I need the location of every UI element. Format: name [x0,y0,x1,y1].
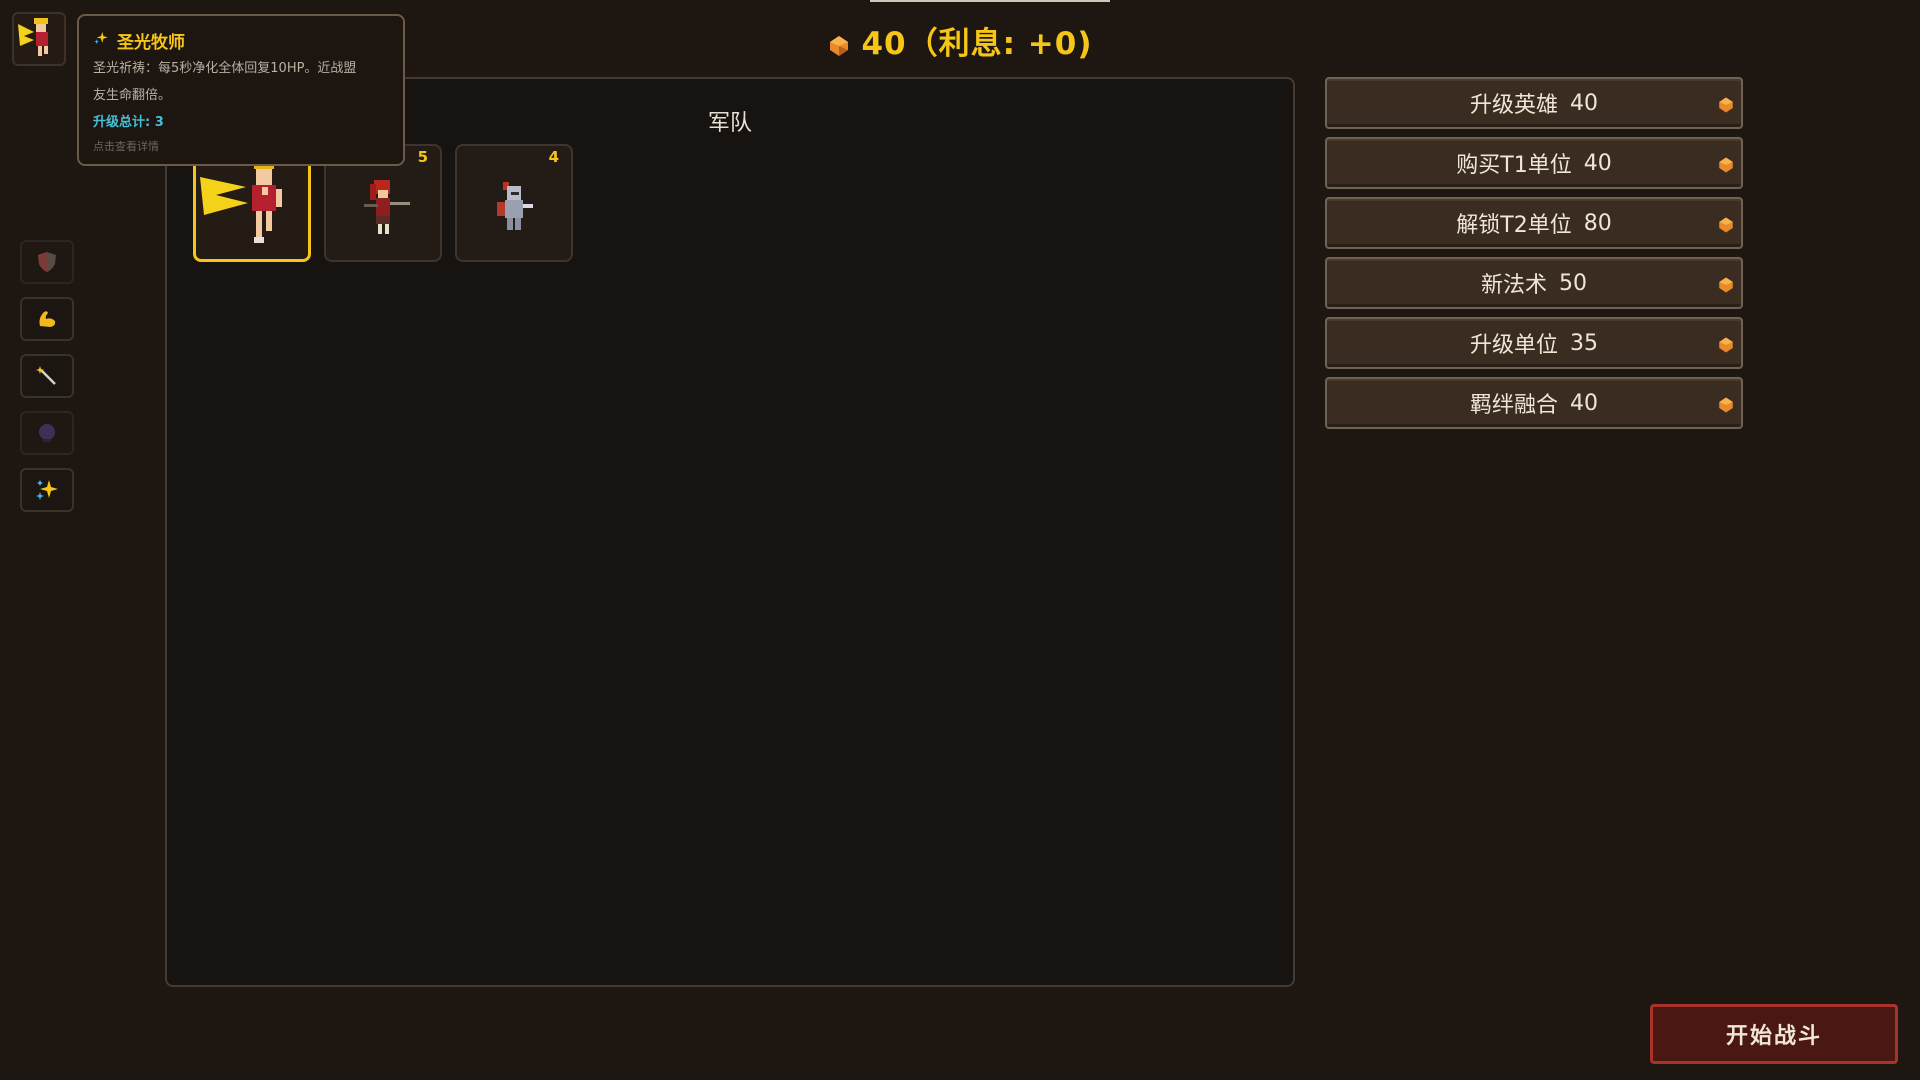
shop-button-cost: 35 [1570,330,1598,356]
start-battle-button[interactable]: 开始战斗 [1650,1004,1898,1064]
skill-slot-shield[interactable] [20,240,74,284]
shop-button-label: 购买T1单位 [1456,153,1572,178]
tooltip-title: 圣光牧师 [93,28,391,53]
gold-coin-icon [1717,215,1735,240]
shop-button-label: 升级英雄 [1469,93,1558,118]
skill-slot-sparkles[interactable] [20,468,74,512]
buy-t1-unit-button[interactable]: 购买T1单位 40 [1325,137,1743,189]
gold-coin-icon [1717,395,1735,420]
hero-tooltip: 圣光牧师 圣光祈祷：每5秒净化全体回复10HP。近战盟 友生命翻倍。 升级总计:… [77,14,405,166]
shop-button-label: 升级单位 [1469,333,1558,358]
unit-count: 4 [548,148,559,166]
tooltip-upgrade-total: 升级总计: 3 [93,115,164,130]
gold-coin-icon [827,30,851,66]
shop-button-cost: 40 [1570,390,1598,416]
sparkles-icon [93,30,109,51]
shop-button-cost: 40 [1583,150,1612,176]
unlock-t2-unit-button[interactable]: 解锁T2单位 80 [1325,197,1743,249]
shop-button-label: 新法术 [1480,273,1547,298]
top-divider [870,0,1110,2]
shop-button-cost: 40 [1570,90,1598,116]
shop-button-label: 解锁T2单位 [1456,213,1572,238]
skill-slot-orb[interactable] [20,411,74,455]
bond-fusion-button[interactable]: 羁绊融合 40 [1325,377,1743,429]
skill-slot-strength[interactable] [20,297,74,341]
unit-card-armored-knight[interactable]: 4 [455,144,573,262]
unit-count: 5 [417,148,428,166]
sparkles-icon [36,480,58,500]
skill-slot-wand[interactable] [20,354,74,398]
dark-orb-icon [39,424,55,442]
gold-coin-icon [1717,95,1735,120]
army-panel: 军队 5 4 [165,77,1295,987]
shop-button-label: 羁绊融合 [1469,393,1558,418]
winged-priestess-icon [18,18,48,56]
upgrade-hero-button[interactable]: 升级英雄 40 [1325,77,1743,129]
shop-button-cost: 50 [1559,270,1587,296]
magic-wand-icon [36,366,56,385]
shield-icon [38,252,56,272]
gold-coin-icon [1717,155,1735,180]
tooltip-description: 圣光祈祷：每5秒净化全体回复10HP。近战盟 友生命翻倍。 [93,55,391,109]
upgrade-unit-button[interactable]: 升级单位 35 [1325,317,1743,369]
tooltip-desc-line1: 圣光祈祷：每5秒净化全体回复10HP。近战盟 [93,61,357,76]
hero-portrait[interactable] [12,12,66,66]
gold-coin-icon [1717,275,1735,300]
new-spell-button[interactable]: 新法术 50 [1325,257,1743,309]
gold-amount: 40（利息: +0) [861,26,1093,62]
tooltip-hint: 点击查看详情 [93,140,159,153]
gold-coin-icon [1717,335,1735,360]
tooltip-title-text: 圣光牧师 [117,33,185,53]
tooltip-desc-line2: 友生命翻倍。 [93,88,172,103]
flexed-arm-icon [39,311,56,327]
shop-button-cost: 80 [1583,210,1612,236]
